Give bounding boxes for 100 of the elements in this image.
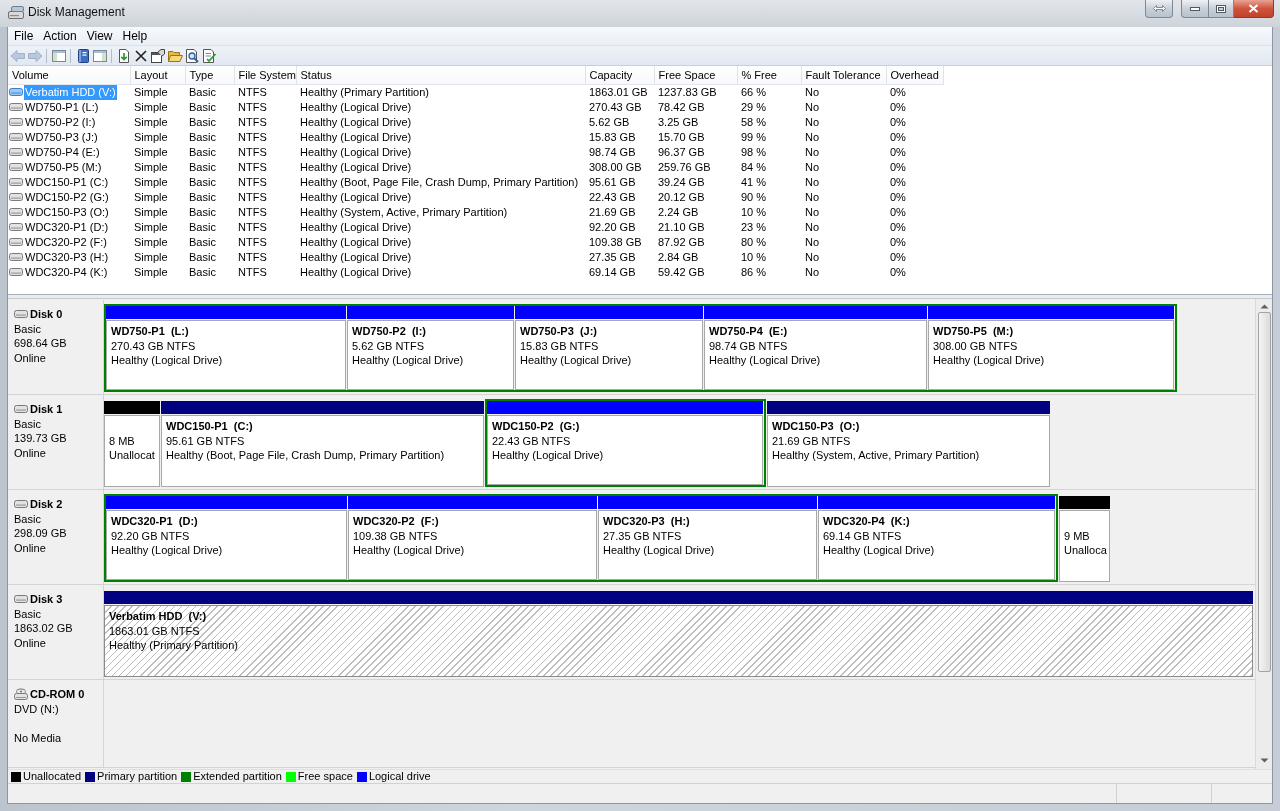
column-header[interactable]: Capacity [585, 66, 654, 84]
table-cell-text: Basic [188, 219, 217, 235]
legend-label: Extended partition [193, 769, 282, 784]
partition-label: WD750-P1 (L:) [111, 324, 190, 339]
volume-name[interactable]: WDC320-P2 (F:) [24, 234, 108, 250]
table-cell-text: Basic [188, 174, 217, 190]
table-cell-text: Basic [188, 264, 217, 280]
partition-panel[interactable]: WDC320-P3 (H:) 27.35 GB NTFS Healthy (Logical Drive) [598, 510, 817, 580]
partition-label: WDC150-P3 (O:) [772, 419, 861, 434]
menu-item[interactable]: View [81, 27, 118, 45]
action-pane-icon [91, 47, 108, 64]
minimize-button[interactable] [1181, 0, 1208, 18]
volume-name[interactable]: WDC320-P1 (D:) [24, 219, 110, 235]
table-cell-text: Basic [188, 159, 217, 175]
table-cell-text: 29 % [740, 99, 768, 115]
document-check-button[interactable] [200, 46, 217, 65]
disk-name: Disk 1 [30, 402, 63, 417]
disk-type: Basic [14, 606, 42, 621]
column-header[interactable]: Overhead [886, 66, 943, 84]
partition-size: 21.69 GB NTFS [772, 433, 852, 448]
partition-panel[interactable]: WD750-P5 (M:) 308.00 GB NTFS Healthy (Logical Drive) [928, 320, 1174, 390]
table-cell-text: 0% [889, 159, 907, 175]
forward-arrow-icon [26, 47, 43, 64]
menu-item[interactable]: Help [117, 27, 153, 45]
partition-label: WD750-P5 (M:) [933, 324, 1015, 339]
partition-panel[interactable]: WDC150-P1 (C:) 95.61 GB NTFS Healthy (Boot, Page File, Crash Dump, Primary Partition) [161, 415, 484, 487]
partition-size: 5.62 GB NTFS [352, 338, 426, 353]
volume-name[interactable]: WD750-P5 (M:) [24, 159, 103, 175]
volume-name[interactable]: WD750-P2 (I:) [24, 114, 97, 130]
scroll-up-icon[interactable] [1259, 304, 1269, 309]
table-cell-text: Healthy (Boot, Page File, Crash Dump, Primary Partition) [299, 174, 580, 190]
extended-partition-frame[interactable] [104, 494, 1058, 582]
volume-name[interactable]: WD750-P3 (J:) [24, 129, 99, 145]
scroll-down-icon[interactable] [1259, 758, 1269, 763]
scrollbar-thumb[interactable] [1257, 312, 1271, 672]
table-cell: 0% [886, 84, 943, 100]
table-cell-text: 2.84 GB [657, 249, 700, 265]
disk-name: Disk 0 [30, 307, 63, 322]
column-header[interactable]: File System [234, 66, 296, 84]
table-cell-text: 87.92 GB [657, 234, 706, 250]
table-cell-text: 41 % [740, 174, 768, 190]
volume-name[interactable]: WD750-P1 (L:) [24, 99, 100, 115]
disk-type: Basic [14, 416, 42, 431]
partition-panel[interactable]: Verbatim HDD (V:) 1863.01 GB NTFS Healthy (Primary Partition) [104, 605, 1253, 677]
maximize-button[interactable] [1208, 0, 1234, 18]
partition-panel[interactable]: WDC320-P4 (K:) 69.14 GB NTFS Healthy (Logical Drive) [818, 510, 1055, 580]
volume-name[interactable]: WDC320-P3 (H:) [24, 249, 110, 265]
partition-size: 98.74 GB NTFS [709, 338, 789, 353]
table-cell-text: 22.43 GB [588, 189, 637, 205]
properties-button[interactable] [149, 46, 166, 65]
partition-panel[interactable]: WD750-P4 (E:) 98.74 GB NTFS Healthy (Logical Drive) [704, 320, 927, 390]
partition-status: Healthy (System, Active, Primary Partition) [772, 448, 981, 463]
table-cell-text: Healthy (Logical Drive) [299, 159, 413, 175]
partition-panel[interactable]: WD750-P3 (J:) 15.83 GB NTFS Healthy (Logical Drive) [515, 320, 703, 390]
volume-name[interactable]: WDC150-P1 (C:) [24, 174, 110, 190]
column-header[interactable]: Volume [8, 66, 130, 84]
menu-item[interactable]: Action [38, 27, 82, 45]
menu-item[interactable]: File [9, 27, 39, 45]
close-button[interactable] [1234, 0, 1274, 18]
column-header[interactable]: Layout [130, 66, 185, 84]
drive-icon [9, 223, 23, 231]
double-arrow-button[interactable] [1145, 0, 1173, 18]
volume-name[interactable]: WDC150-P2 (G:) [24, 189, 110, 205]
column-header[interactable]: Type [185, 66, 234, 84]
search-button[interactable] [183, 46, 200, 65]
legend-label: Free space [297, 769, 353, 784]
table-cell-text: No [804, 129, 821, 145]
drive-icon [9, 88, 23, 96]
partition-panel[interactable]: WDC150-P3 (O:) 21.69 GB NTFS Healthy (System, Active, Primary Partition) [767, 415, 1050, 487]
partition-panel[interactable]: 8 MB Unallocat [104, 415, 160, 487]
table-cell-text: NTFS [237, 249, 268, 265]
table-cell-text: Basic [188, 99, 217, 115]
table-cell-text: Simple [133, 204, 169, 220]
table-cell-text: No [804, 114, 821, 130]
extended-partition-frame[interactable] [104, 304, 1177, 392]
column-header[interactable]: Free Space [654, 66, 737, 84]
volume-name[interactable]: WDC150-P3 (O:) [24, 204, 110, 220]
partition-panel[interactable]: WDC320-P1 (D:) 92.20 GB NTFS Healthy (Logical Drive) [106, 510, 347, 580]
table-cell-text: No [804, 144, 821, 160]
partition-size: 27.35 GB NTFS [603, 528, 683, 543]
table-cell: Healthy (Primary Partition) [296, 84, 585, 100]
column-header[interactable]: % Free [737, 66, 801, 84]
table-cell-text: NTFS [237, 129, 268, 145]
partition-size: 69.14 GB NTFS [823, 528, 903, 543]
partition-panel[interactable]: WD750-P1 (L:) 270.43 GB NTFS Healthy (Logical Drive) [106, 320, 346, 390]
table-cell-text: 3.25 GB [657, 114, 700, 130]
extended-partition-frame[interactable]: WDC150-P2 (G:) 22.43 GB NTFS Healthy (Logical Drive) [485, 399, 766, 487]
table-cell-text: 84 % [740, 159, 768, 175]
column-header[interactable]: Fault Tolerance [801, 66, 886, 84]
partition-panel[interactable]: 9 MB Unalloca [1059, 510, 1110, 582]
partition-panel[interactable]: WD750-P2 (I:) 5.62 GB NTFS Healthy (Logical Drive) [347, 320, 514, 390]
legend-label: Unallocated [23, 769, 82, 784]
partition-panel[interactable]: WDC150-P2 (G:) 22.43 GB NTFS Healthy (Logical Drive) [487, 415, 763, 485]
volume-name[interactable]: WD750-P4 (E:) [24, 144, 101, 160]
disk-name: CD-ROM 0 [30, 687, 85, 702]
column-header[interactable]: Status [296, 66, 585, 84]
partition-size: 15.83 GB NTFS [520, 338, 600, 353]
volume-name[interactable]: WDC320-P4 (K:) [24, 264, 109, 280]
drive-icon [9, 103, 23, 111]
partition-panel[interactable]: WDC320-P2 (F:) 109.38 GB NTFS Healthy (Logical Drive) [348, 510, 597, 580]
